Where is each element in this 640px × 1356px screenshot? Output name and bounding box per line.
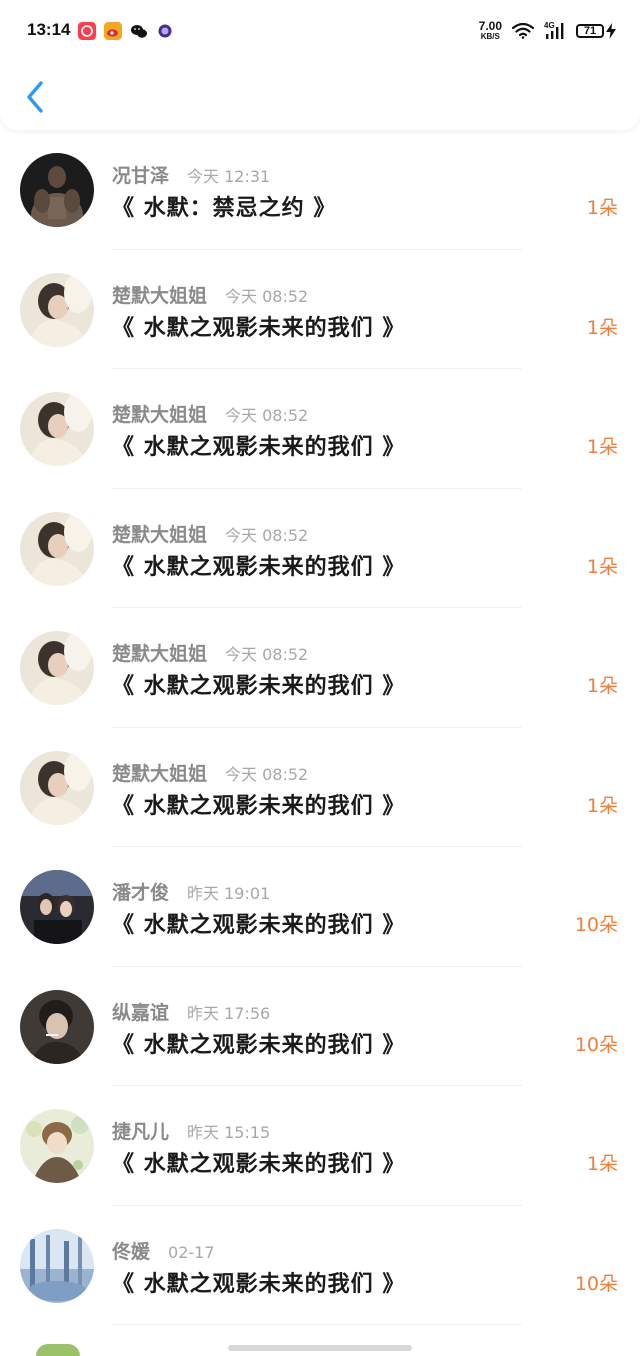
avatar[interactable] — [20, 153, 94, 227]
avatar[interactable] — [20, 272, 94, 347]
list-item[interactable]: 楚默大姐姐 今天 08:52 《 水默之观影未来的我们 》 1朵 — [0, 728, 640, 847]
flower-count: 1朵 — [586, 1153, 618, 1175]
home-indicator[interactable] — [228, 1345, 412, 1351]
book-title[interactable]: 《 水默之观影未来的我们 》 — [112, 1027, 405, 1059]
list-item[interactable]: 佟媛 02-17 《 水默之观影未来的我们 》 10朵 — [0, 1206, 640, 1325]
book-title[interactable]: 《 水默之观影未来的我们 》 — [112, 907, 405, 939]
list-item[interactable]: 潘才俊 昨天 19:01 《 水默之观影未来的我们 》 10朵 — [0, 847, 640, 967]
status-indicators: 7.00 KB/S 4G 71 — [479, 20, 616, 41]
list-item[interactable]: 楚默大姐姐 今天 08:52 《 水默之观影未来的我们 》 1朵 — [0, 250, 640, 369]
avatar-girl-cream-image — [20, 511, 94, 586]
avatar-muscle-man-image — [20, 153, 94, 227]
top-header: 13:14 7.00 KB/S 4G 71 — [0, 0, 640, 130]
avatar[interactable] — [20, 750, 94, 825]
weibo-icon — [104, 22, 122, 40]
list-item[interactable]: 楚默大姐姐 今天 08:52 《 水默之观影未来的我们 》 1朵 — [0, 369, 640, 489]
flower-count: 1朵 — [586, 794, 618, 817]
timestamp: 今天 08:52 — [225, 645, 309, 664]
list-item[interactable]: 楚默大姐姐 今天 08:52 《 水默之观影未来的我们 》 1朵 — [0, 608, 640, 728]
avatar[interactable] — [20, 392, 94, 466]
next-item-avatar-peek — [36, 1344, 80, 1356]
flower-count: 1朵 — [586, 555, 618, 578]
user-name: 楚默大姐姐 — [112, 523, 208, 546]
timestamp: 昨天 19:01 — [187, 884, 271, 903]
divider — [112, 1324, 522, 1325]
avatar[interactable] — [20, 631, 94, 705]
list-item[interactable]: 纵嘉谊 昨天 17:56 《 水默之观影未来的我们 》 10朵 — [0, 967, 640, 1086]
list-item[interactable]: 捷凡儿 昨天 15:15 《 水默之观影未来的我们 》 1朵 — [0, 1086, 640, 1206]
book-title[interactable]: 《 水默：禁忌之约 》 — [112, 190, 336, 222]
purple-dot-icon — [158, 24, 172, 38]
timestamp: 今天 08:52 — [225, 286, 309, 306]
list-item[interactable]: 楚默大姐姐 今天 08:52 《 水默之观影未来的我们 》 1朵 — [0, 489, 640, 608]
charging-icon — [606, 22, 616, 39]
avatar[interactable] — [20, 870, 94, 944]
timestamp: 02-17 — [168, 1242, 215, 1262]
network-speed: 7.00 KB/S — [478, 19, 502, 41]
user-name: 况甘泽 — [112, 165, 170, 187]
flower-count: 1朵 — [586, 316, 618, 339]
book-title[interactable]: 《 水默之观影未来的我们 》 — [112, 429, 405, 461]
signal-icon: 4G — [544, 21, 566, 39]
avatar[interactable] — [20, 1228, 94, 1303]
book-title[interactable]: 《 水默之观影未来的我们 》 — [112, 549, 405, 581]
book-title[interactable]: 《 水默之观影未来的我们 》 — [112, 310, 405, 342]
wifi-icon — [512, 22, 534, 39]
user-name: 捷凡儿 — [112, 1121, 170, 1143]
status-time: 13:14 — [27, 20, 71, 39]
book-title[interactable]: 《 水默之观影未来的我们 》 — [112, 788, 405, 820]
timestamp: 今天 08:52 — [225, 525, 309, 545]
book-title[interactable]: 《 水默之观影未来的我们 》 — [112, 668, 405, 700]
back-button[interactable] — [20, 78, 50, 116]
avatar[interactable] — [20, 989, 94, 1064]
timestamp: 昨天 17:56 — [187, 1003, 271, 1023]
timestamp: 今天 08:52 — [225, 406, 309, 425]
timestamp: 今天 12:31 — [187, 167, 271, 186]
user-name: 纵嘉谊 — [112, 1001, 170, 1024]
avatar[interactable] — [20, 1109, 94, 1183]
avatar-girl-cream-image — [20, 631, 94, 705]
avatar-blue-forest-image — [20, 1228, 94, 1303]
flower-count: 1朵 — [586, 675, 618, 697]
gift-record-list: 况甘泽 今天 12:31 《 水默：禁忌之约 》 1朵 楚默大姐姐 今天 08:… — [0, 130, 640, 1325]
flower-count: 1朵 — [586, 197, 618, 219]
timestamp: 昨天 15:15 — [187, 1123, 271, 1142]
book-title[interactable]: 《 水默之观影未来的我们 》 — [112, 1146, 405, 1178]
user-name: 楚默大姐姐 — [112, 762, 208, 785]
avatar-smoking-boy-image — [20, 989, 94, 1064]
battery-group: 71 — [576, 22, 616, 39]
status-bar: 13:14 7.00 KB/S 4G 71 — [0, 0, 640, 64]
flower-count: 1朵 — [586, 436, 618, 458]
avatar-girl-cream-image — [20, 750, 94, 825]
user-name: 佟媛 — [112, 1240, 151, 1263]
flower-count: 10朵 — [574, 1033, 618, 1056]
user-name: 楚默大姐姐 — [112, 643, 208, 665]
flower-count: 10朵 — [574, 1272, 618, 1295]
flower-count: 10朵 — [574, 914, 618, 936]
chevron-left-icon — [27, 81, 43, 113]
battery-indicator: 71 — [576, 23, 604, 38]
avatar-girl-cream-image — [20, 392, 94, 466]
app-red-icon — [78, 22, 96, 40]
avatar-anime-boy-image — [20, 1109, 94, 1183]
user-name: 潘才俊 — [112, 882, 170, 904]
list-item[interactable]: 况甘泽 今天 12:31 《 水默：禁忌之约 》 1朵 — [0, 130, 640, 250]
timestamp: 今天 08:52 — [225, 764, 309, 784]
user-name: 楚默大姐姐 — [112, 404, 208, 426]
avatar[interactable] — [20, 511, 94, 586]
avatar-couple-image — [20, 870, 94, 944]
user-name: 楚默大姐姐 — [112, 284, 208, 307]
notification-icons — [78, 22, 174, 40]
wechat-icon — [131, 25, 147, 38]
avatar-girl-cream-image — [20, 272, 94, 347]
book-title[interactable]: 《 水默之观影未来的我们 》 — [112, 1266, 405, 1298]
